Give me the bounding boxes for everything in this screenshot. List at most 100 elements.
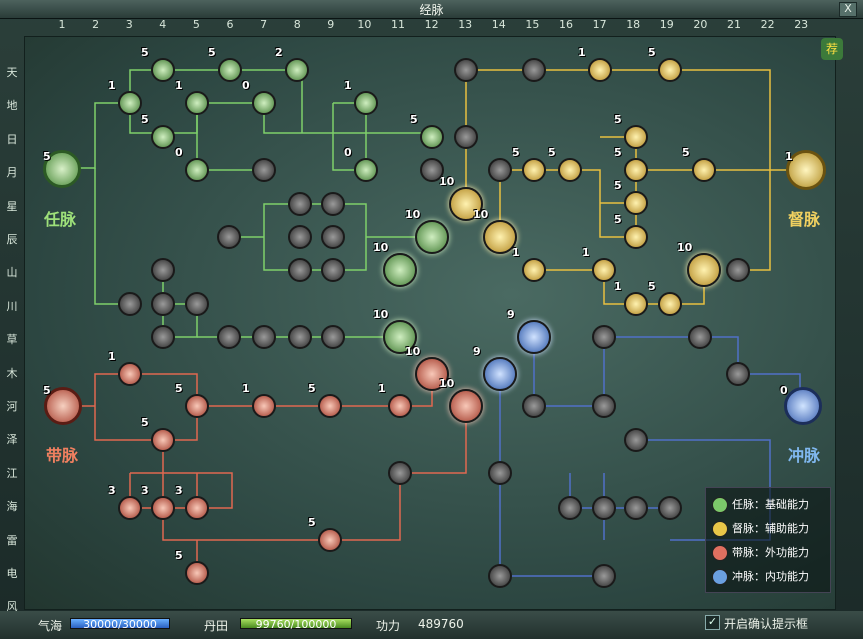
gold-acupoint-level: 5 <box>548 146 556 159</box>
blue-acupoint-node[interactable] <box>517 320 551 354</box>
blue-acupoint-level: 9 <box>507 308 515 321</box>
gold-acupoint-node[interactable] <box>658 292 682 316</box>
gold-acupoint-level: 5 <box>614 213 622 226</box>
red-acupoint-node[interactable] <box>185 394 209 418</box>
gold-acupoint-node[interactable] <box>624 292 648 316</box>
gold-acupoint-node[interactable] <box>558 158 582 182</box>
locked-acupoint-node[interactable] <box>151 325 175 349</box>
red-acupoint-node[interactable] <box>185 496 209 520</box>
locked-acupoint-node[interactable] <box>118 292 142 316</box>
chong-gate-label: 冲脉 <box>788 446 821 465</box>
red-acupoint-node[interactable] <box>252 394 276 418</box>
green-acupoint-node[interactable] <box>185 91 209 115</box>
recommend-badge[interactable]: 荐 <box>821 38 843 60</box>
green-acupoint-node[interactable] <box>354 158 378 182</box>
red-acupoint-level: 1 <box>378 382 386 395</box>
green-acupoint-level: 10 <box>373 241 389 254</box>
green-acupoint-node[interactable] <box>285 58 309 82</box>
green-acupoint-node[interactable] <box>151 58 175 82</box>
locked-acupoint-node[interactable] <box>624 428 648 452</box>
gold-acupoint-node[interactable] <box>624 225 648 249</box>
locked-acupoint-node[interactable] <box>522 58 546 82</box>
locked-acupoint-node[interactable] <box>321 258 345 282</box>
locked-acupoint-node[interactable] <box>658 496 682 520</box>
green-acupoint-node[interactable] <box>252 91 276 115</box>
green-acupoint-level: 1 <box>344 79 352 92</box>
gold-acupoint-node[interactable] <box>624 191 648 215</box>
locked-acupoint-node[interactable] <box>151 258 175 282</box>
gold-acupoint-node[interactable] <box>687 253 721 287</box>
locked-acupoint-node[interactable] <box>488 158 512 182</box>
ren-gate-level: 5 <box>43 150 51 163</box>
locked-acupoint-node[interactable] <box>726 258 750 282</box>
red-acupoint-node[interactable] <box>151 496 175 520</box>
gongli-label: 功力 <box>376 619 401 633</box>
locked-acupoint-node[interactable] <box>252 158 276 182</box>
blue-acupoint-node[interactable] <box>483 357 517 391</box>
legend-dai-label: 带脉：外功能力 <box>732 546 809 559</box>
red-acupoint-node[interactable] <box>318 528 342 552</box>
locked-acupoint-node[interactable] <box>217 225 241 249</box>
locked-acupoint-node[interactable] <box>321 225 345 249</box>
locked-acupoint-node[interactable] <box>558 496 582 520</box>
red-acupoint-node[interactable] <box>388 394 412 418</box>
locked-acupoint-node[interactable] <box>321 192 345 216</box>
locked-acupoint-node[interactable] <box>624 496 648 520</box>
locked-acupoint-node[interactable] <box>726 362 750 386</box>
legend-dai: 带脉：外功能力 <box>712 544 809 562</box>
gold-acupoint-node[interactable] <box>658 58 682 82</box>
locked-acupoint-node[interactable] <box>185 292 209 316</box>
gold-acupoint-node[interactable] <box>592 258 616 282</box>
locked-acupoint-node[interactable] <box>288 258 312 282</box>
green-acupoint-level: 10 <box>373 308 389 321</box>
gold-acupoint-node[interactable] <box>522 258 546 282</box>
gold-acupoint-node[interactable] <box>588 58 612 82</box>
red-acupoint-node[interactable] <box>118 496 142 520</box>
green-acupoint-node[interactable] <box>185 158 209 182</box>
green-acupoint-node[interactable] <box>383 253 417 287</box>
red-acupoint-level: 5 <box>308 382 316 395</box>
locked-acupoint-node[interactable] <box>151 292 175 316</box>
chong-gate[interactable] <box>784 387 822 425</box>
locked-acupoint-node[interactable] <box>388 461 412 485</box>
locked-acupoint-node[interactable] <box>288 192 312 216</box>
gongli-value: 489760 <box>418 617 464 631</box>
red-acupoint-node[interactable] <box>318 394 342 418</box>
gold-acupoint-node[interactable] <box>692 158 716 182</box>
red-acupoint-node[interactable] <box>151 428 175 452</box>
locked-acupoint-node[interactable] <box>488 461 512 485</box>
locked-acupoint-node[interactable] <box>420 158 444 182</box>
green-acupoint-node[interactable] <box>218 58 242 82</box>
locked-acupoint-node[interactable] <box>488 564 512 588</box>
locked-acupoint-node[interactable] <box>288 225 312 249</box>
red-acupoint-node[interactable] <box>185 561 209 585</box>
locked-acupoint-node[interactable] <box>592 564 616 588</box>
red-acupoint-level: 10 <box>439 377 455 390</box>
du-gate-level: 1 <box>785 150 793 163</box>
locked-acupoint-node[interactable] <box>454 125 478 149</box>
locked-acupoint-node[interactable] <box>592 496 616 520</box>
gold-acupoint-level: 5 <box>512 146 520 159</box>
locked-acupoint-node[interactable] <box>252 325 276 349</box>
locked-acupoint-node[interactable] <box>288 325 312 349</box>
gold-acupoint-node[interactable] <box>522 158 546 182</box>
confirm-checkbox[interactable]: ✓ <box>705 615 720 630</box>
locked-acupoint-node[interactable] <box>217 325 241 349</box>
gold-acupoint-node[interactable] <box>624 125 648 149</box>
locked-acupoint-node[interactable] <box>321 325 345 349</box>
green-acupoint-node[interactable] <box>151 125 175 149</box>
green-acupoint-node[interactable] <box>118 91 142 115</box>
locked-acupoint-node[interactable] <box>454 58 478 82</box>
green-acupoint-node[interactable] <box>420 125 444 149</box>
red-acupoint-node[interactable] <box>449 389 483 423</box>
locked-acupoint-node[interactable] <box>522 394 546 418</box>
green-acupoint-node[interactable] <box>354 91 378 115</box>
red-acupoint-level: 5 <box>141 416 149 429</box>
red-acupoint-node[interactable] <box>118 362 142 386</box>
locked-acupoint-node[interactable] <box>688 325 712 349</box>
gold-acupoint-node[interactable] <box>624 158 648 182</box>
locked-acupoint-node[interactable] <box>592 325 616 349</box>
locked-acupoint-node[interactable] <box>592 394 616 418</box>
qihai-label: 气海 <box>38 619 63 633</box>
green-acupoint-node[interactable] <box>415 220 449 254</box>
